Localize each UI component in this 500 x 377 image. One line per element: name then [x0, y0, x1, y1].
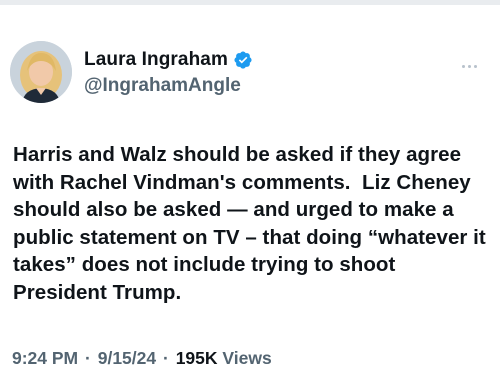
tweet-meta: 9:24 PM · 9/15/24 · 195K Views	[12, 348, 272, 369]
verified-badge-icon	[233, 50, 253, 70]
tweet-text: Harris and Walz should be asked if they …	[13, 143, 492, 304]
display-name-row: Laura Ingraham	[84, 47, 253, 73]
meta-separator: ·	[85, 348, 91, 368]
profile-photo-icon	[10, 41, 72, 103]
tweet-time[interactable]: 9:24 PM	[12, 348, 78, 368]
ellipsis-icon[interactable]	[462, 55, 484, 68]
views-label: Views	[222, 348, 272, 368]
tweet-header: Laura Ingraham @IngrahamAngle	[10, 41, 490, 105]
author-names: Laura Ingraham @IngrahamAngle	[84, 47, 253, 97]
tweet-date[interactable]: 9/15/24	[98, 348, 156, 368]
author-handle[interactable]: @IngrahamAngle	[84, 75, 253, 97]
meta-separator: ·	[162, 348, 169, 368]
avatar[interactable]	[10, 41, 72, 103]
author-display-name[interactable]: Laura Ingraham	[84, 49, 228, 71]
views-count[interactable]: 195K	[176, 348, 218, 368]
tweet-card: Laura Ingraham @IngrahamAngle Harris and…	[0, 5, 500, 377]
